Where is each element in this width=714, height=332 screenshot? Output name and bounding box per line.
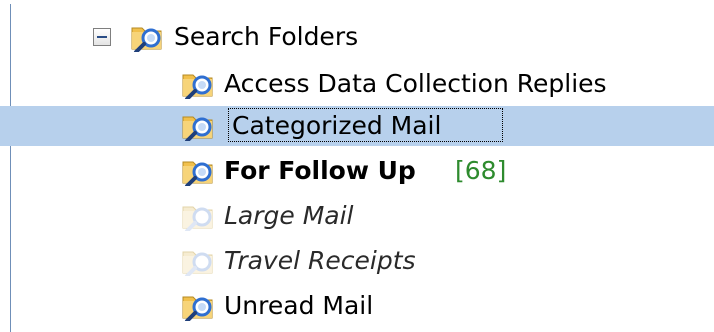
tree-node-for-follow-up[interactable]: For Follow Up [68] <box>0 151 714 191</box>
tree-node-travel-receipts[interactable]: Travel Receipts <box>0 241 714 281</box>
search-folder-icon <box>181 246 215 276</box>
folder-tree: Search Folders Access Data Collection Re… <box>0 0 714 332</box>
tree-node-large-mail[interactable]: Large Mail <box>0 196 714 236</box>
tree-node-label: Access Data Collection Replies <box>224 69 607 98</box>
tree-node-search-folders[interactable]: Search Folders <box>0 17 714 57</box>
tree-node-label: Travel Receipts <box>224 246 416 275</box>
search-folder-icon <box>181 69 215 99</box>
tree-node-label: Search Folders <box>174 22 359 51</box>
unread-count-badge: [68] <box>455 156 507 185</box>
tree-node-unread-mail[interactable]: Unread Mail <box>0 286 714 326</box>
tree-node-label: Categorized Mail <box>232 111 442 140</box>
search-folder-icon <box>181 156 215 186</box>
collapse-expander-icon[interactable] <box>93 28 111 46</box>
tree-node-access-data-collection-replies[interactable]: Access Data Collection Replies <box>0 64 714 104</box>
search-folder-icon <box>181 291 215 321</box>
search-folder-icon <box>130 22 164 52</box>
search-folder-icon <box>181 111 215 141</box>
tree-node-label: Large Mail <box>224 201 354 230</box>
tree-node-label: Unread Mail <box>224 291 374 320</box>
tree-node-categorized-mail[interactable]: Categorized Mail <box>0 106 714 146</box>
tree-node-label: For Follow Up <box>224 156 416 185</box>
search-folder-icon <box>181 201 215 231</box>
